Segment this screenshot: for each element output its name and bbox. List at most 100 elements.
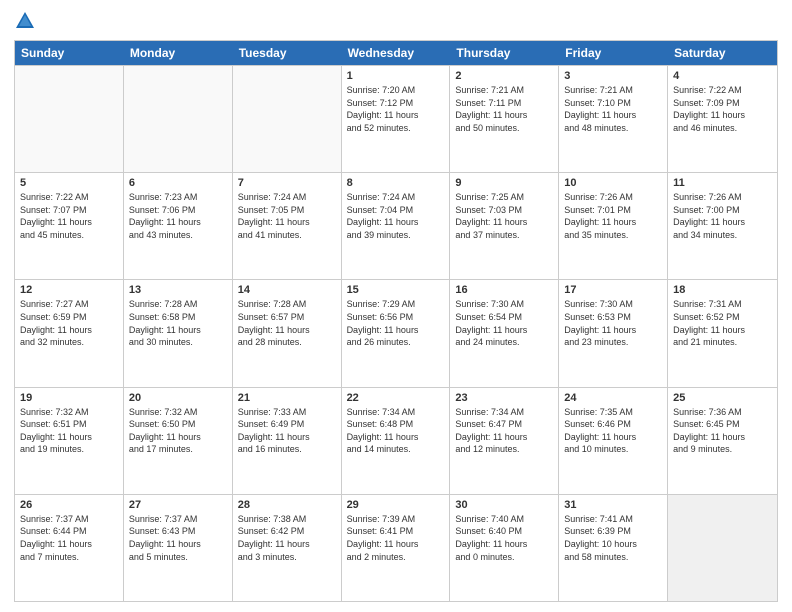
day-info: Sunrise: 7:22 AM Sunset: 7:09 PM Dayligh…: [673, 84, 772, 134]
day-info: Sunrise: 7:28 AM Sunset: 6:57 PM Dayligh…: [238, 298, 336, 348]
logo-icon: [14, 10, 36, 32]
day-info: Sunrise: 7:41 AM Sunset: 6:39 PM Dayligh…: [564, 513, 662, 563]
day-cell: 26Sunrise: 7:37 AM Sunset: 6:44 PM Dayli…: [15, 495, 124, 601]
day-cell: 3Sunrise: 7:21 AM Sunset: 7:10 PM Daylig…: [559, 66, 668, 172]
day-info: Sunrise: 7:29 AM Sunset: 6:56 PM Dayligh…: [347, 298, 445, 348]
day-cell: 4 Sunrise: 7:22 AM Sunset: 7:09 PM Daylig…: [668, 66, 777, 172]
day-info: Sunrise: 7:34 AM Sunset: 6:48 PM Dayligh…: [347, 406, 445, 456]
day-cell: 11 Sunrise: 7:26 AM Sunset: 7:00 PM Dayli…: [668, 173, 777, 279]
day-number: 10: [564, 177, 662, 189]
day-cell: 27Sunrise: 7:37 AM Sunset: 6:43 PM Dayli…: [124, 495, 233, 601]
day-info: Sunrise: 7:40 AM Sunset: 6:40 PM Dayligh…: [455, 513, 553, 563]
day-info: Sunrise: 7:26 AM Sunset: 7:00 PM Dayligh…: [673, 191, 772, 241]
day-cell: 6 Sunrise: 7:23 AM Sunset: 7:06 PM Daylig…: [124, 173, 233, 279]
page-container: SundayMondayTuesdayWednesdayThursdayFrid…: [0, 0, 792, 612]
day-info: Sunrise: 7:23 AM Sunset: 7:06 PM Dayligh…: [129, 191, 227, 241]
day-cell: 22 Sunrise: 7:34 AM Sunset: 6:48 PM Dayli…: [342, 388, 451, 494]
day-cell: 30 Sunrise: 7:40 AM Sunset: 6:40 PM Dayli…: [450, 495, 559, 601]
day-cell: 7 Sunrise: 7:24 AM Sunset: 7:05 PM Daylig…: [233, 173, 342, 279]
day-header: Tuesday: [233, 41, 342, 65]
day-cell: 13 Sunrise: 7:28 AM Sunset: 6:58 PM Dayli…: [124, 280, 233, 386]
day-info: Sunrise: 7:26 AM Sunset: 7:01 PM Dayligh…: [564, 191, 662, 241]
week-row: 12Sunrise: 7:27 AM Sunset: 6:59 PM Dayli…: [15, 279, 777, 386]
day-number: 22: [347, 392, 445, 404]
day-info: Sunrise: 7:24 AM Sunset: 7:05 PM Dayligh…: [238, 191, 336, 241]
day-number: 1: [347, 70, 445, 82]
week-row: 19Sunrise: 7:32 AM Sunset: 6:51 PM Dayli…: [15, 387, 777, 494]
day-cell: [668, 495, 777, 601]
day-cell: 20Sunrise: 7:32 AM Sunset: 6:50 PM Dayli…: [124, 388, 233, 494]
day-cell: [233, 66, 342, 172]
day-number: 9: [455, 177, 553, 189]
day-info: Sunrise: 7:27 AM Sunset: 6:59 PM Dayligh…: [20, 298, 118, 348]
day-number: 16: [455, 284, 553, 296]
day-header: Thursday: [450, 41, 559, 65]
day-number: 29: [347, 499, 445, 511]
day-info: Sunrise: 7:37 AM Sunset: 6:43 PM Dayligh…: [129, 513, 227, 563]
day-info: Sunrise: 7:24 AM Sunset: 7:04 PM Dayligh…: [347, 191, 445, 241]
day-number: 25: [673, 392, 772, 404]
day-cell: [124, 66, 233, 172]
day-number: 14: [238, 284, 336, 296]
day-cell: 5 Sunrise: 7:22 AM Sunset: 7:07 PM Daylig…: [15, 173, 124, 279]
day-info: Sunrise: 7:36 AM Sunset: 6:45 PM Dayligh…: [673, 406, 772, 456]
day-info: Sunrise: 7:38 AM Sunset: 6:42 PM Dayligh…: [238, 513, 336, 563]
day-number: 4: [673, 70, 772, 82]
weeks: 1Sunrise: 7:20 AM Sunset: 7:12 PM Daylig…: [15, 65, 777, 601]
day-number: 2: [455, 70, 553, 82]
day-info: Sunrise: 7:30 AM Sunset: 6:54 PM Dayligh…: [455, 298, 553, 348]
day-header: Wednesday: [342, 41, 451, 65]
day-number: 6: [129, 177, 227, 189]
day-number: 23: [455, 392, 553, 404]
day-info: Sunrise: 7:33 AM Sunset: 6:49 PM Dayligh…: [238, 406, 336, 456]
day-number: 8: [347, 177, 445, 189]
calendar: SundayMondayTuesdayWednesdayThursdayFrid…: [14, 40, 778, 602]
day-header: Saturday: [668, 41, 777, 65]
week-row: 5 Sunrise: 7:22 AM Sunset: 7:07 PM Daylig…: [15, 172, 777, 279]
day-number: 31: [564, 499, 662, 511]
day-cell: 23 Sunrise: 7:34 AM Sunset: 6:47 PM Dayli…: [450, 388, 559, 494]
day-info: Sunrise: 7:22 AM Sunset: 7:07 PM Dayligh…: [20, 191, 118, 241]
week-row: 26Sunrise: 7:37 AM Sunset: 6:44 PM Dayli…: [15, 494, 777, 601]
day-number: 18: [673, 284, 772, 296]
day-number: 30: [455, 499, 553, 511]
day-info: Sunrise: 7:28 AM Sunset: 6:58 PM Dayligh…: [129, 298, 227, 348]
day-cell: 12Sunrise: 7:27 AM Sunset: 6:59 PM Dayli…: [15, 280, 124, 386]
day-number: 28: [238, 499, 336, 511]
day-cell: 2 Sunrise: 7:21 AM Sunset: 7:11 PM Daylig…: [450, 66, 559, 172]
day-header: Monday: [124, 41, 233, 65]
day-cell: 21 Sunrise: 7:33 AM Sunset: 6:49 PM Dayli…: [233, 388, 342, 494]
day-number: 13: [129, 284, 227, 296]
day-number: 11: [673, 177, 772, 189]
day-number: 21: [238, 392, 336, 404]
day-cell: 18 Sunrise: 7:31 AM Sunset: 6:52 PM Dayli…: [668, 280, 777, 386]
week-row: 1Sunrise: 7:20 AM Sunset: 7:12 PM Daylig…: [15, 65, 777, 172]
day-cell: 31 Sunrise: 7:41 AM Sunset: 6:39 PM Dayli…: [559, 495, 668, 601]
day-cell: 28 Sunrise: 7:38 AM Sunset: 6:42 PM Dayli…: [233, 495, 342, 601]
day-info: Sunrise: 7:31 AM Sunset: 6:52 PM Dayligh…: [673, 298, 772, 348]
day-info: Sunrise: 7:32 AM Sunset: 6:51 PM Dayligh…: [20, 406, 118, 456]
day-header: Friday: [559, 41, 668, 65]
day-cell: 17Sunrise: 7:30 AM Sunset: 6:53 PM Dayli…: [559, 280, 668, 386]
day-info: Sunrise: 7:21 AM Sunset: 7:11 PM Dayligh…: [455, 84, 553, 134]
day-info: Sunrise: 7:35 AM Sunset: 6:46 PM Dayligh…: [564, 406, 662, 456]
day-cell: 15 Sunrise: 7:29 AM Sunset: 6:56 PM Dayli…: [342, 280, 451, 386]
day-cell: [15, 66, 124, 172]
day-cell: 16 Sunrise: 7:30 AM Sunset: 6:54 PM Dayli…: [450, 280, 559, 386]
day-info: Sunrise: 7:21 AM Sunset: 7:10 PM Dayligh…: [564, 84, 662, 134]
day-header: Sunday: [15, 41, 124, 65]
day-cell: 25 Sunrise: 7:36 AM Sunset: 6:45 PM Dayli…: [668, 388, 777, 494]
day-info: Sunrise: 7:34 AM Sunset: 6:47 PM Dayligh…: [455, 406, 553, 456]
day-number: 7: [238, 177, 336, 189]
day-info: Sunrise: 7:39 AM Sunset: 6:41 PM Dayligh…: [347, 513, 445, 563]
day-cell: 1Sunrise: 7:20 AM Sunset: 7:12 PM Daylig…: [342, 66, 451, 172]
logo: [14, 10, 40, 32]
day-cell: 19Sunrise: 7:32 AM Sunset: 6:51 PM Dayli…: [15, 388, 124, 494]
day-cell: 9Sunrise: 7:25 AM Sunset: 7:03 PM Daylig…: [450, 173, 559, 279]
day-info: Sunrise: 7:30 AM Sunset: 6:53 PM Dayligh…: [564, 298, 662, 348]
day-headers: SundayMondayTuesdayWednesdayThursdayFrid…: [15, 41, 777, 65]
day-cell: 10 Sunrise: 7:26 AM Sunset: 7:01 PM Dayli…: [559, 173, 668, 279]
header: [14, 10, 778, 32]
day-number: 5: [20, 177, 118, 189]
day-number: 15: [347, 284, 445, 296]
